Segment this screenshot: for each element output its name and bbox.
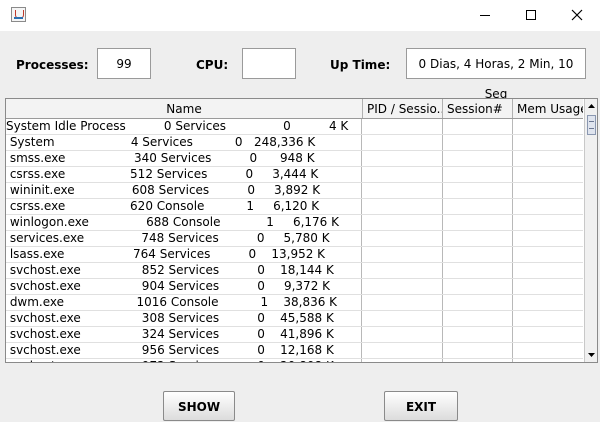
column-divider [442, 151, 443, 166]
process-row-text: csrss.exe 512 Services 0 3,444 K [6, 167, 362, 182]
process-row-text: svchost.exe 972 Services 0 20,808 K [6, 359, 362, 362]
column-divider [512, 295, 513, 310]
column-divider [512, 279, 513, 294]
table-row[interactable]: svchost.exe 972 Services 0 20,808 K [6, 359, 583, 362]
close-icon[interactable] [554, 0, 600, 31]
process-row-text: svchost.exe 324 Services 0 41,896 K [6, 327, 362, 342]
process-row-text: svchost.exe 904 Services 0 9,372 K [6, 279, 362, 294]
uptime-value: 0 Dias, 4 Horas, 2 Min, 10 Seg [406, 48, 586, 101]
maximize-icon[interactable] [508, 0, 554, 31]
column-divider [442, 247, 443, 262]
table-row[interactable]: wininit.exe 608 Services 0 3,892 K [6, 183, 583, 199]
column-divider [512, 311, 513, 326]
column-divider [442, 295, 443, 310]
process-row-text: System 4 Services 0 248,336 K [6, 135, 362, 150]
table-row[interactable]: csrss.exe 512 Services 0 3,444 K [6, 167, 583, 183]
uptime-label: Up Time: [330, 58, 391, 72]
scroll-thumb[interactable] [587, 115, 596, 135]
column-divider [442, 231, 443, 246]
cpu-value [242, 48, 296, 79]
column-divider [442, 135, 443, 150]
column-divider [442, 311, 443, 326]
column-divider [512, 247, 513, 262]
processes-label: Processes: [16, 58, 89, 72]
scroll-down-icon[interactable] [585, 348, 597, 362]
column-divider [512, 183, 513, 198]
show-button[interactable]: SHOW [163, 391, 235, 421]
process-row-text: wininit.exe 608 Services 0 3,892 K [6, 183, 362, 198]
table-row[interactable]: svchost.exe 956 Services 0 12,168 K [6, 343, 583, 359]
process-row-text: winlogon.exe 688 Console 1 6,176 K [6, 215, 362, 230]
column-divider [512, 215, 513, 230]
column-divider [512, 343, 513, 358]
title-bar [0, 0, 600, 31]
process-row-text: dwm.exe 1016 Console 1 38,836 K [6, 295, 362, 310]
column-header-session[interactable]: Session# [443, 99, 513, 118]
column-divider [512, 327, 513, 342]
table-row[interactable]: services.exe 748 Services 0 5,780 K [6, 231, 583, 247]
process-row-text: svchost.exe 308 Services 0 45,588 K [6, 311, 362, 326]
scroll-up-icon[interactable] [585, 99, 597, 113]
column-header-name[interactable]: Name [6, 99, 363, 118]
process-row-text: services.exe 748 Services 0 5,780 K [6, 231, 362, 246]
process-row-text: svchost.exe 956 Services 0 12,168 K [6, 343, 362, 358]
table-header: Name PID / Sessio... Session# Mem Usage [6, 99, 583, 119]
column-divider [512, 135, 513, 150]
column-divider [512, 359, 513, 362]
column-divider [512, 199, 513, 214]
table-row[interactable]: smss.exe 340 Services 0 948 K [6, 151, 583, 167]
column-header-pid[interactable]: PID / Sessio... [363, 99, 443, 118]
column-header-mem-usage[interactable]: Mem Usage [513, 99, 583, 118]
exit-button[interactable]: EXIT [384, 391, 458, 421]
table-row[interactable]: winlogon.exe 688 Console 1 6,176 K [6, 215, 583, 231]
column-divider [442, 183, 443, 198]
cpu-label: CPU: [196, 58, 229, 72]
processes-value: 99 [97, 48, 151, 79]
process-row-text: svchost.exe 852 Services 0 18,144 K [6, 263, 362, 278]
table-row[interactable]: svchost.exe 308 Services 0 45,588 K [6, 311, 583, 327]
column-divider [442, 167, 443, 182]
table-row[interactable]: csrss.exe 620 Console 1 6,120 K [6, 199, 583, 215]
column-divider [512, 151, 513, 166]
table-row[interactable]: svchost.exe 904 Services 0 9,372 K [6, 279, 583, 295]
vertical-scrollbar[interactable] [584, 99, 597, 362]
column-divider [442, 327, 443, 342]
column-divider [442, 279, 443, 294]
process-row-text: smss.exe 340 Services 0 948 K [6, 151, 362, 166]
table-row[interactable]: System Idle Process 0 Services 0 4 K [6, 119, 583, 135]
process-row-text: csrss.exe 620 Console 1 6,120 K [6, 199, 362, 214]
column-divider [512, 231, 513, 246]
column-divider [442, 119, 443, 134]
minimize-icon[interactable] [462, 0, 508, 31]
table-row[interactable]: System 4 Services 0 248,336 K [6, 135, 583, 151]
table-row[interactable]: svchost.exe 852 Services 0 18,144 K [6, 263, 583, 279]
column-divider [512, 167, 513, 182]
table-row[interactable]: dwm.exe 1016 Console 1 38,836 K [6, 295, 583, 311]
process-row-text: lsass.exe 764 Services 0 13,952 K [6, 247, 362, 262]
table-row[interactable]: lsass.exe 764 Services 0 13,952 K [6, 247, 583, 263]
process-row-text: System Idle Process 0 Services 0 4 K [6, 119, 362, 134]
column-divider [442, 215, 443, 230]
column-divider [442, 199, 443, 214]
column-divider [512, 119, 513, 134]
process-table[interactable]: Name PID / Sessio... Session# Mem Usage … [5, 98, 598, 363]
column-divider [442, 263, 443, 278]
column-divider [512, 263, 513, 278]
column-divider [442, 343, 443, 358]
table-body: System Idle Process 0 Services 0 4 K Sys… [6, 119, 583, 362]
column-divider [442, 359, 443, 362]
table-row[interactable]: svchost.exe 324 Services 0 41,896 K [6, 327, 583, 343]
java-cup-icon [11, 7, 26, 22]
